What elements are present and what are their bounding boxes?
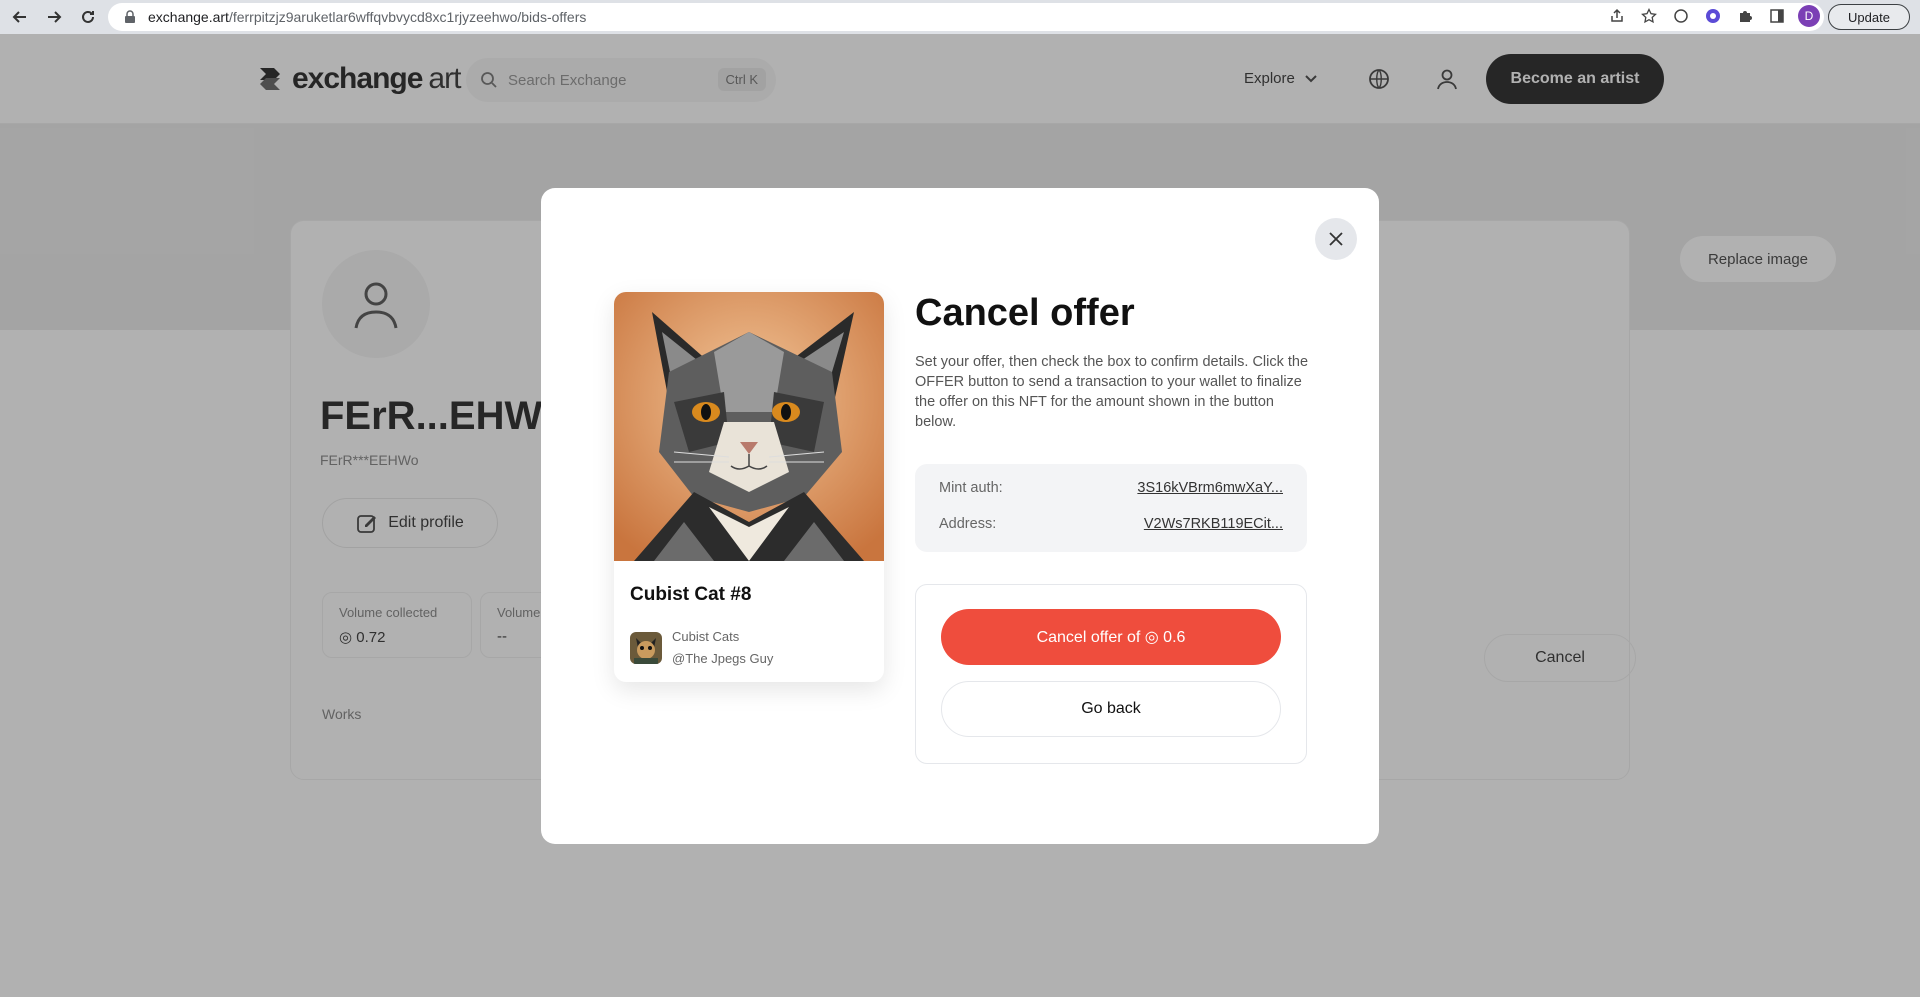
action-box: Cancel offer of ◎ 0.6 Go back (915, 584, 1307, 764)
offer-info-box: Mint auth: 3S16kVBrm6mwXaY... Address: V… (915, 464, 1307, 552)
profile-avatar[interactable]: D (1798, 5, 1820, 27)
puzzle-icon[interactable] (1734, 5, 1756, 27)
close-button[interactable] (1315, 218, 1357, 260)
lock-icon (122, 9, 138, 25)
update-button[interactable]: Update (1828, 4, 1910, 30)
extension-icons: D (1606, 5, 1820, 27)
browser-toolbar: exchange.art/ferrpitzjz9aruketlar6wffqvb… (0, 0, 1920, 34)
url-host: exchange.art (148, 9, 229, 25)
sidebar-icon[interactable] (1766, 5, 1788, 27)
mint-auth-link[interactable]: 3S16kVBrm6mwXaY... (1137, 480, 1283, 496)
cancel-offer-button[interactable]: Cancel offer of ◎ 0.6 (941, 609, 1281, 665)
reload-icon[interactable] (74, 3, 102, 31)
url-path: /ferrpitzjz9aruketlar6wffqvbvycd8xc1rjyz… (228, 9, 587, 25)
address-link[interactable]: V2Ws7RKB119ECit... (1144, 516, 1283, 532)
go-back-button[interactable]: Go back (941, 681, 1281, 737)
cancel-offer-modal: Cubist Cat #8 Cubist Cats @The Jpegs Guy… (541, 188, 1379, 844)
bookmark-star-icon[interactable] (1638, 5, 1660, 27)
nft-image (614, 292, 884, 561)
collection-name: Cubist Cats (672, 629, 740, 644)
collection-thumbnail (630, 632, 662, 664)
nft-card[interactable]: Cubist Cat #8 Cubist Cats @The Jpegs Guy (614, 292, 884, 682)
modal-title: Cancel offer (915, 292, 1135, 334)
address-bar[interactable]: exchange.art/ferrpitzjz9aruketlar6wffqvb… (108, 3, 1824, 31)
close-icon (1329, 232, 1343, 246)
address-row: Address: V2Ws7RKB119ECit... (939, 516, 1283, 532)
mint-auth-row: Mint auth: 3S16kVBrm6mwXaY... (939, 480, 1283, 496)
extension-icon[interactable] (1670, 5, 1692, 27)
cancel-offer-label: Cancel offer of ◎ 0.6 (1036, 629, 1186, 646)
creator-handle: @The Jpegs Guy (672, 651, 774, 666)
modal-description: Set your offer, then check the box to co… (915, 354, 1309, 430)
mint-auth-label: Mint auth: (939, 480, 1003, 496)
back-arrow-icon[interactable] (6, 3, 34, 31)
share-icon[interactable] (1606, 5, 1628, 27)
address-label: Address: (939, 516, 997, 532)
forward-arrow-icon[interactable] (40, 3, 68, 31)
nft-title: Cubist Cat #8 (630, 584, 752, 605)
extension-icon[interactable] (1702, 5, 1724, 27)
nft-creator[interactable]: Cubist Cats @The Jpegs Guy (630, 626, 773, 670)
